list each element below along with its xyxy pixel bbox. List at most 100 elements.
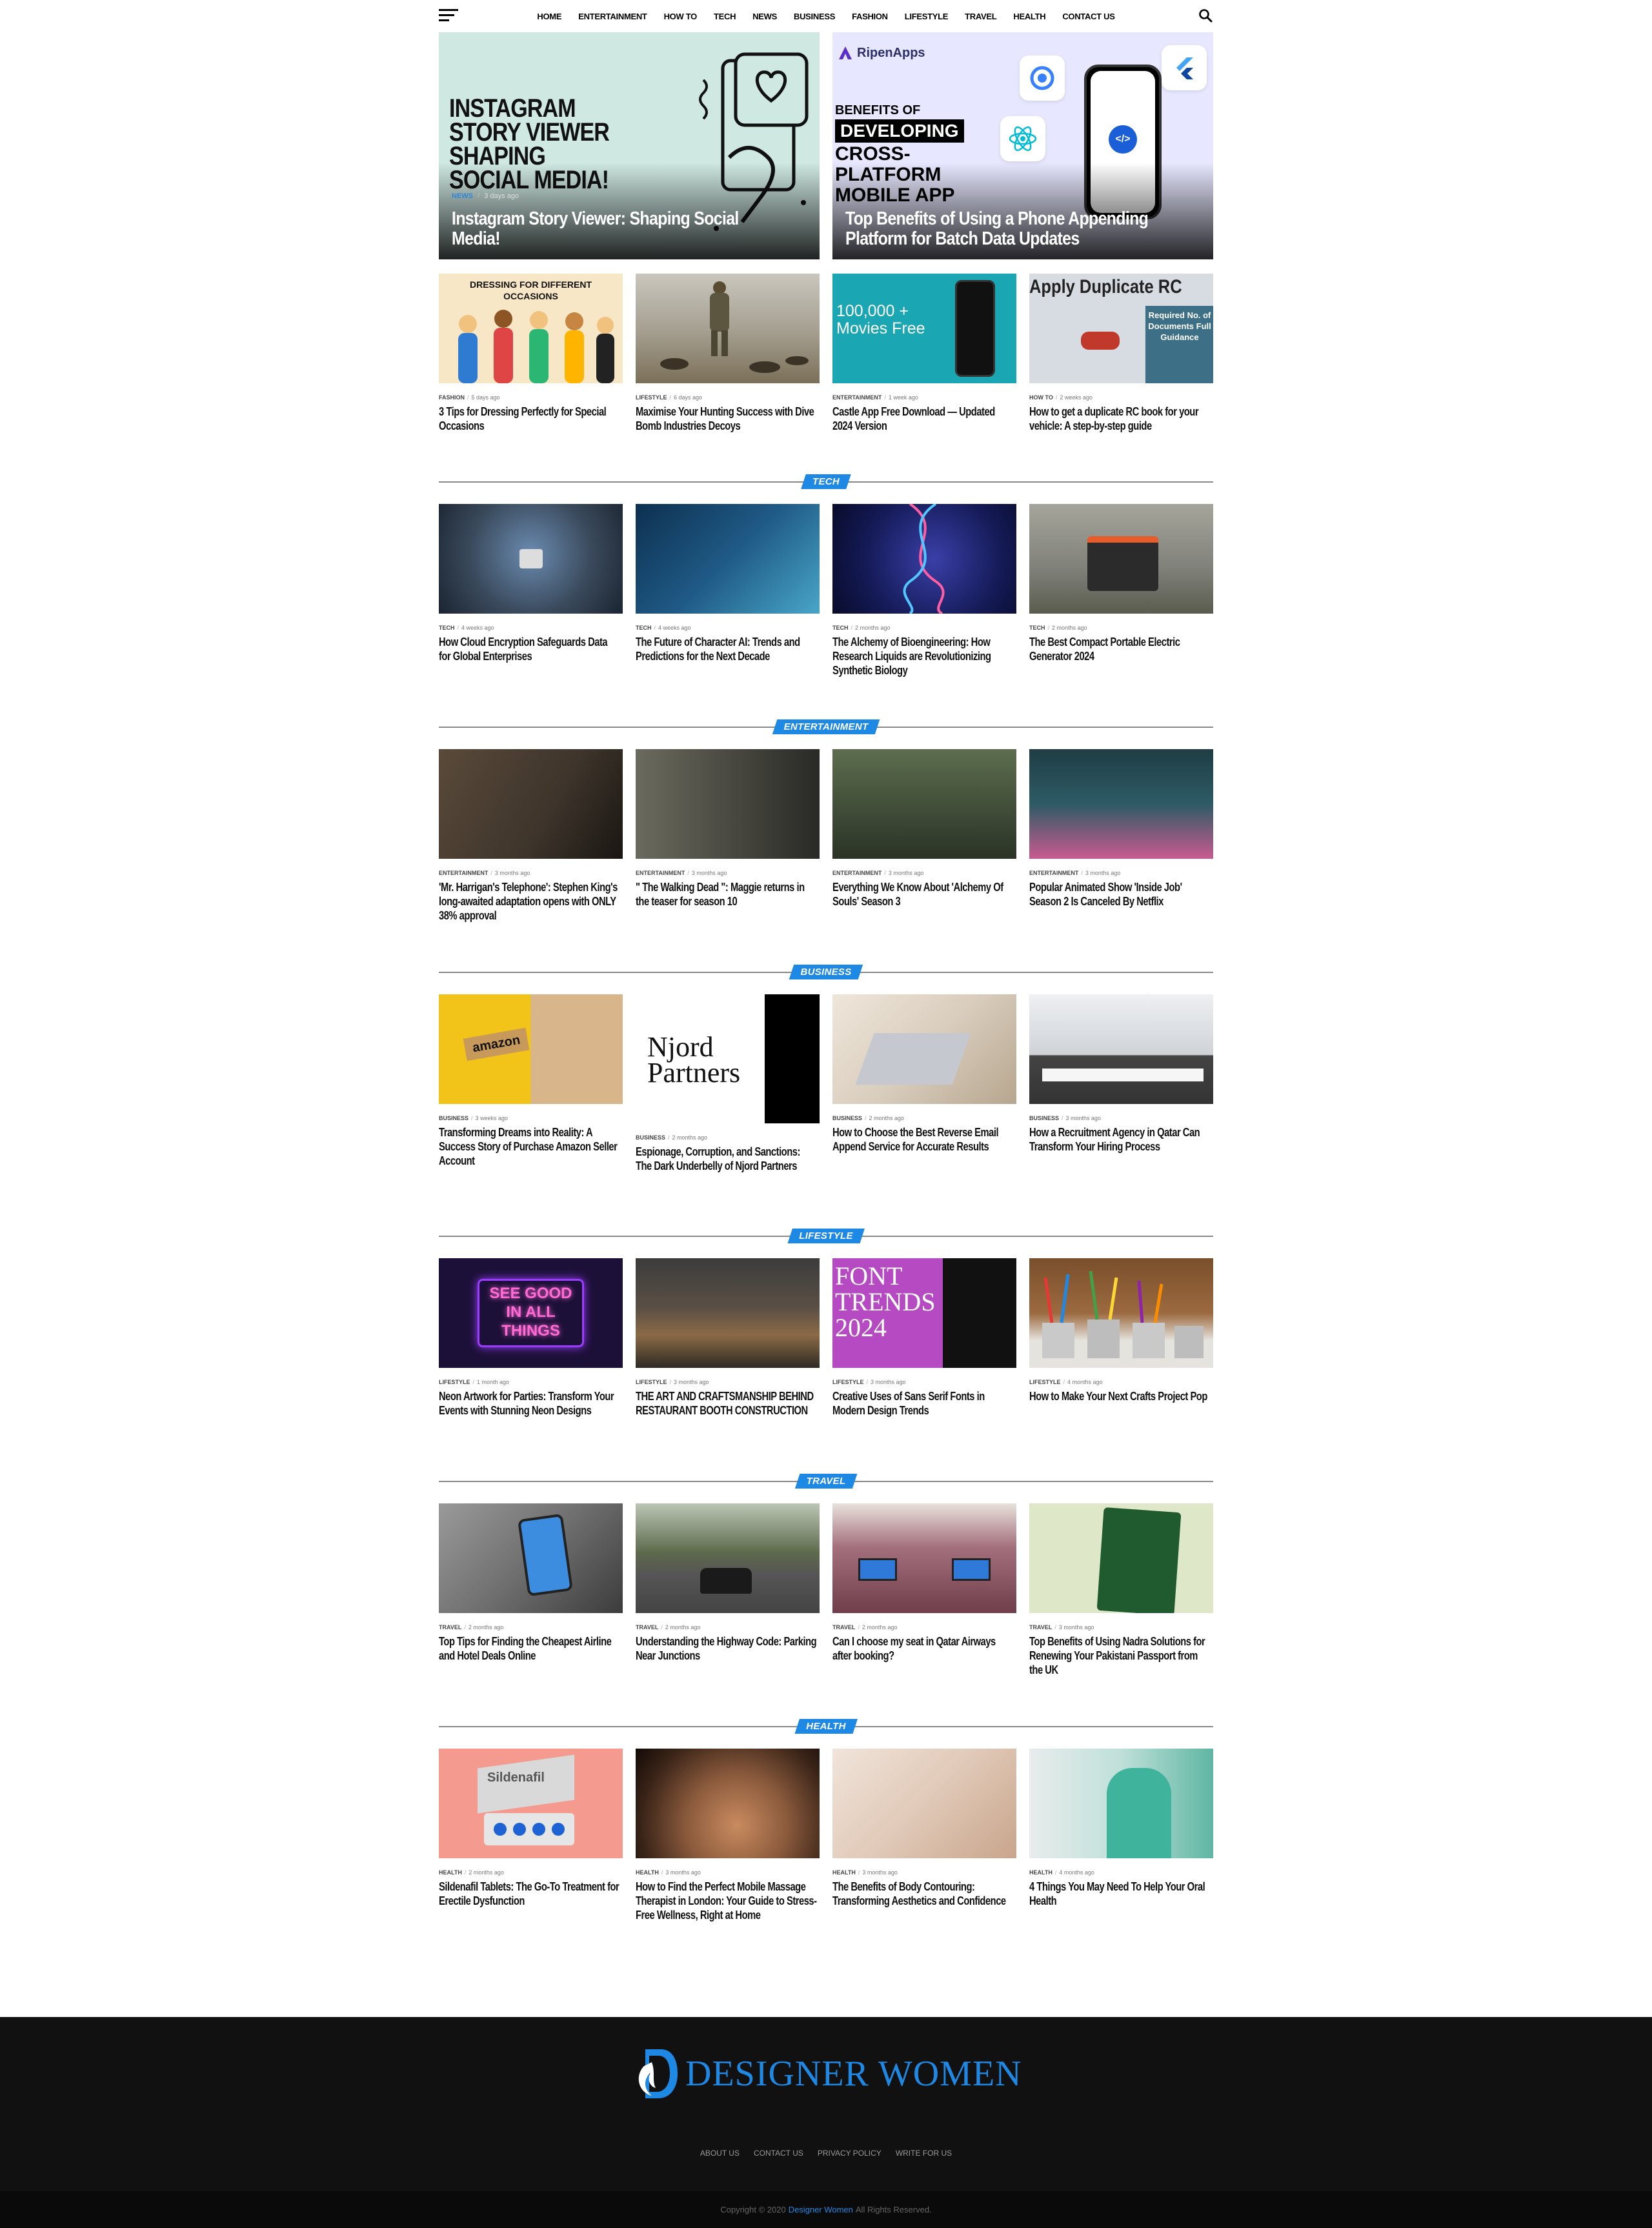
- post-card[interactable]: TECH/4 weeks ago The Future of Character…: [636, 504, 820, 677]
- nav-item-entertainment[interactable]: ENTERTAINMENT: [578, 12, 647, 21]
- post-card[interactable]: TRAVEL/2 months ago Can I choose my seat…: [832, 1503, 1016, 1677]
- post-thumbnail[interactable]: [832, 994, 1016, 1104]
- category-label[interactable]: TECH: [439, 625, 455, 631]
- nav-item-travel[interactable]: TRAVEL: [965, 12, 997, 21]
- post-thumbnail[interactable]: [1029, 1503, 1213, 1613]
- featured-title[interactable]: Top Benefits of Using a Phone Appending …: [845, 209, 1151, 249]
- featured-title[interactable]: Instagram Story Viewer: Shaping Social M…: [452, 209, 757, 249]
- post-thumbnail[interactable]: [636, 749, 820, 859]
- category-label[interactable]: ENTERTAINMENT: [1029, 870, 1078, 876]
- post-card[interactable]: DRESSING FOR DIFFERENT OCCASIONS FASHION…: [439, 274, 623, 433]
- post-card[interactable]: HEALTH/3 months ago The Benefits of Body…: [832, 1749, 1016, 1922]
- post-card[interactable]: LIFESTYLE/3 months ago THE ART AND CRAFT…: [636, 1258, 820, 1418]
- post-card[interactable]: HEALTH/3 months ago How to Find the Perf…: [636, 1749, 820, 1922]
- post-card[interactable]: Njord Partners BUSINESS/2 months ago Esp…: [636, 994, 820, 1173]
- footer-link-write-for-us[interactable]: WRITE FOR US: [896, 2149, 952, 2158]
- post-title[interactable]: The Alchemy of Bioengineering: How Resea…: [832, 635, 1015, 677]
- post-title[interactable]: 3 Tips for Dressing Perfectly for Specia…: [439, 405, 621, 433]
- post-title[interactable]: How to get a duplicate RC book for your …: [1029, 405, 1212, 433]
- nav-item-home[interactable]: HOME: [537, 12, 561, 21]
- post-title[interactable]: 'Mr. Harrigan's Telephone': Stephen King…: [439, 880, 621, 923]
- post-title[interactable]: How to Make Your Next Crafts Project Pop: [1029, 1389, 1212, 1403]
- hamburger-menu-icon[interactable]: [439, 9, 458, 23]
- post-card[interactable]: TRAVEL/2 months ago Top Tips for Finding…: [439, 1503, 623, 1677]
- nav-item-lifestyle[interactable]: LIFESTYLE: [905, 12, 949, 21]
- post-card[interactable]: amazon BUSINESS/3 weeks ago Transforming…: [439, 994, 623, 1173]
- post-thumbnail[interactable]: [832, 504, 1016, 614]
- post-thumbnail[interactable]: [439, 749, 623, 859]
- footer-link-privacy-policy[interactable]: PRIVACY POLICY: [818, 2149, 881, 2158]
- post-thumbnail[interactable]: [636, 1749, 820, 1858]
- category-label[interactable]: BUSINESS: [636, 1134, 665, 1141]
- post-card[interactable]: ENTERTAINMENT/3 months ago Popular Anima…: [1029, 749, 1213, 923]
- post-title[interactable]: THE ART AND CRAFTSMANSHIP BEHIND RESTAUR…: [636, 1389, 818, 1418]
- post-card[interactable]: Sildenafil HEALTH/2 months ago Sildenafi…: [439, 1749, 623, 1922]
- category-label[interactable]: TRAVEL: [636, 1624, 658, 1631]
- post-thumbnail[interactable]: [636, 504, 820, 614]
- post-card[interactable]: TECH/2 months ago The Alchemy of Bioengi…: [832, 504, 1016, 677]
- category-label[interactable]: TECH: [636, 625, 652, 631]
- category-label[interactable]: NEWS: [452, 192, 473, 200]
- post-title[interactable]: Popular Animated Show 'Inside Job' Seaso…: [1029, 880, 1212, 908]
- post-title[interactable]: Castle App Free Download — Updated 2024 …: [832, 405, 1015, 433]
- post-card[interactable]: TECH/4 weeks ago How Cloud Encryption Sa…: [439, 504, 623, 677]
- category-label[interactable]: TECH: [832, 625, 849, 631]
- post-card[interactable]: ENTERTAINMENT/3 months ago " The Walking…: [636, 749, 820, 923]
- post-title[interactable]: The Future of Character AI: Trends and P…: [636, 635, 818, 663]
- nav-item-news[interactable]: NEWS: [752, 12, 777, 21]
- category-label[interactable]: HEALTH: [832, 1869, 856, 1876]
- copyright-brand-link[interactable]: Designer Women: [789, 2205, 853, 2214]
- category-label[interactable]: LIFESTYLE: [832, 1379, 864, 1385]
- post-thumbnail[interactable]: DRESSING FOR DIFFERENT OCCASIONS: [439, 274, 623, 383]
- post-thumbnail[interactable]: FONT TRENDS 2024: [832, 1258, 1016, 1368]
- nav-item-fashion[interactable]: FASHION: [852, 12, 888, 21]
- category-label[interactable]: ENTERTAINMENT: [832, 394, 881, 401]
- category-label[interactable]: LIFESTYLE: [439, 1379, 470, 1385]
- post-title[interactable]: How to Find the Perfect Mobile Massage T…: [636, 1880, 818, 1922]
- category-label[interactable]: HEALTH: [439, 1869, 462, 1876]
- post-title[interactable]: The Benefits of Body Contouring: Transfo…: [832, 1880, 1015, 1908]
- post-title[interactable]: Transforming Dreams into Reality: A Succ…: [439, 1125, 621, 1168]
- category-label[interactable]: TRAVEL: [1029, 1624, 1052, 1631]
- post-thumbnail[interactable]: [832, 1503, 1016, 1613]
- post-thumbnail[interactable]: [439, 1503, 623, 1613]
- post-card[interactable]: ENTERTAINMENT/3 months ago 'Mr. Harrigan…: [439, 749, 623, 923]
- post-thumbnail[interactable]: Sildenafil: [439, 1749, 623, 1858]
- post-title[interactable]: Neon Artwork for Parties: Transform Your…: [439, 1389, 621, 1418]
- category-label[interactable]: TRAVEL: [832, 1624, 855, 1631]
- category-label[interactable]: ENTERTAINMENT: [832, 870, 881, 876]
- post-thumbnail[interactable]: amazon: [439, 994, 623, 1104]
- search-icon[interactable]: [1198, 8, 1213, 23]
- post-title[interactable]: Understanding the Highway Code: Parking …: [636, 1634, 818, 1663]
- post-thumbnail[interactable]: [1029, 1749, 1213, 1858]
- post-title[interactable]: Creative Uses of Sans Serif Fonts in Mod…: [832, 1389, 1015, 1418]
- post-thumbnail[interactable]: [636, 1503, 820, 1613]
- post-card[interactable]: Apply Duplicate RC Required No. of Docum…: [1029, 274, 1213, 433]
- category-label[interactable]: BUSINESS: [832, 1115, 862, 1121]
- category-label[interactable]: TECH: [1029, 625, 1045, 631]
- post-card[interactable]: BUSINESS/3 months ago How a Recruitment …: [1029, 994, 1213, 1173]
- post-thumbnail[interactable]: 100,000 + Movies Free: [832, 274, 1016, 383]
- post-card[interactable]: LIFESTYLE/6 days ago Maximise Your Hunti…: [636, 274, 820, 433]
- post-title[interactable]: Sildenafil Tablets: The Go-To Treatment …: [439, 1880, 621, 1908]
- post-thumbnail[interactable]: [636, 1258, 820, 1368]
- post-card[interactable]: SEE GOOD IN ALL THINGS LIFESTYLE/1 month…: [439, 1258, 623, 1418]
- category-label[interactable]: ENTERTAINMENT: [439, 870, 488, 876]
- footer-link-contact-us[interactable]: CONTACT US: [754, 2149, 803, 2158]
- post-title[interactable]: Everything We Know About 'Alchemy Of Sou…: [832, 880, 1015, 908]
- post-title[interactable]: " The Walking Dead ": Maggie returns in …: [636, 880, 818, 908]
- post-card[interactable]: TRAVEL/2 months ago Understanding the Hi…: [636, 1503, 820, 1677]
- post-title[interactable]: Top Benefits of Using Nadra Solutions fo…: [1029, 1634, 1212, 1677]
- footer-link-about-us[interactable]: ABOUT US: [700, 2149, 740, 2158]
- footer-logo[interactable]: DESIGNER WOMEN: [632, 2047, 1022, 2101]
- post-card[interactable]: TRAVEL/3 months ago Top Benefits of Usin…: [1029, 1503, 1213, 1677]
- category-label[interactable]: TRAVEL: [439, 1624, 461, 1631]
- post-card[interactable]: BUSINESS/2 months ago How to Choose the …: [832, 994, 1016, 1173]
- post-thumbnail[interactable]: SEE GOOD IN ALL THINGS: [439, 1258, 623, 1368]
- category-label[interactable]: BUSINESS: [439, 1115, 468, 1121]
- nav-item-health[interactable]: HEALTH: [1013, 12, 1045, 21]
- category-label[interactable]: HOW TO: [1029, 394, 1053, 401]
- nav-item-business[interactable]: BUSINESS: [794, 12, 835, 21]
- post-title[interactable]: How a Recruitment Agency in Qatar Can Tr…: [1029, 1125, 1212, 1154]
- post-card[interactable]: ENTERTAINMENT/3 months ago Everything We…: [832, 749, 1016, 923]
